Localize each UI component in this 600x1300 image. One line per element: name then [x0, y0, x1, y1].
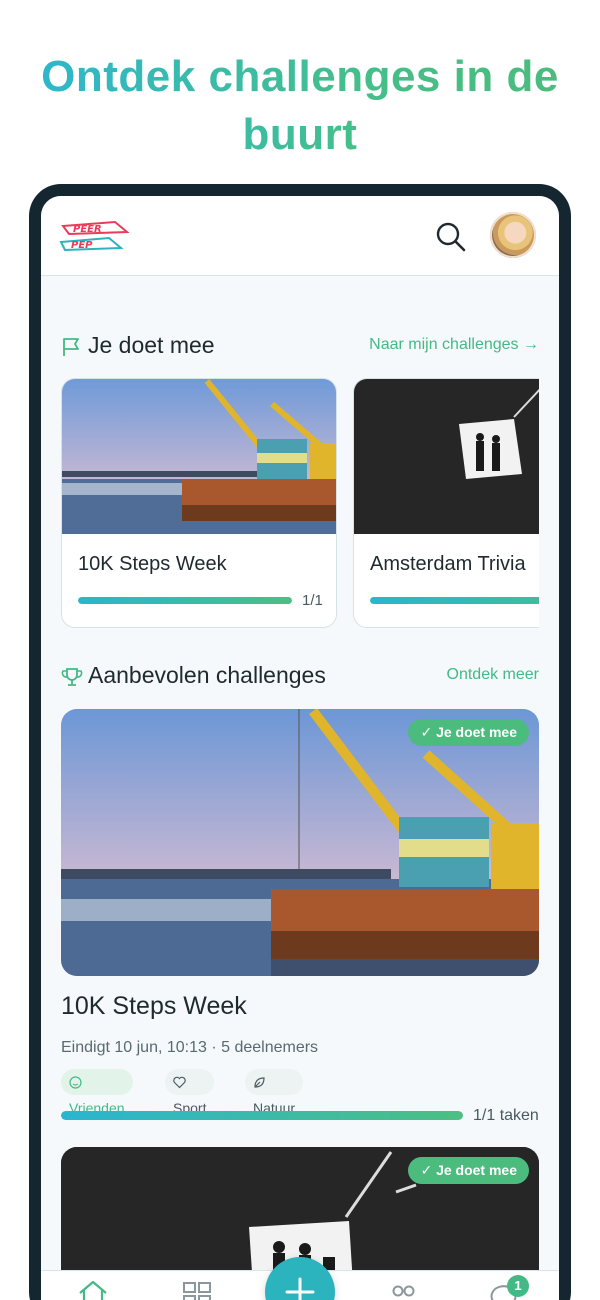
joined-card-title: 10K Steps Week — [78, 553, 227, 575]
recommended-title: Aanbevolen challenges — [88, 662, 326, 688]
recommended-section-header: Aanbevolen challenges Ontdek meer — [41, 658, 559, 694]
people-icon[interactable] — [387, 1279, 419, 1300]
joined-card-progress — [78, 597, 292, 604]
tag-friends[interactable]: Vrienden — [61, 1069, 133, 1116]
smile-icon — [69, 1076, 82, 1089]
joined-card-progress-fill — [370, 597, 539, 604]
trophy-icon — [61, 668, 83, 686]
avatar[interactable] — [490, 212, 536, 258]
notification-badge: 1 — [507, 1275, 529, 1297]
joined-card[interactable]: 10K Steps Week 1/1 — [61, 378, 337, 628]
grid-icon[interactable] — [181, 1279, 213, 1300]
recommended-card-progress — [61, 1111, 463, 1120]
joined-badge: ✓ Je doet mee — [408, 719, 529, 746]
joined-badge: ✓ Je doet mee — [408, 1157, 529, 1184]
promo-title: Ontdek challenges in de buurt — [0, 48, 600, 164]
recommended-card-title[interactable]: 10K Steps Week — [61, 992, 247, 1021]
check-icon: ✓ — [420, 1162, 437, 1178]
recommended-card-progress-label: 1/1 taken — [473, 1107, 539, 1124]
recommended-card-image[interactable]: ✓ Je doet mee — [61, 709, 539, 976]
challenge-image-tunnel — [354, 379, 539, 534]
leaf-icon — [254, 1077, 265, 1088]
discover-more-link[interactable]: Ontdek meer — [447, 666, 539, 684]
tag-nature[interactable]: Natuur — [245, 1069, 304, 1116]
joined-card-progress — [370, 597, 539, 604]
peerpep-logo[interactable]: PEER PEP — [59, 216, 131, 256]
challenge-image-crane — [62, 379, 336, 534]
svg-text:PEP: PEP — [71, 240, 93, 251]
joined-section-header: Je doet mee Naar mijn challenges → — [41, 328, 559, 364]
app-bar: PEER PEP — [41, 196, 559, 276]
recommended-card-progress-fill — [61, 1111, 463, 1120]
svg-text:PEER: PEER — [73, 224, 102, 235]
heart-pulse-icon — [173, 1076, 186, 1089]
recommended-card-meta: Eindigt 10 jun, 10:13 · 5 deelnemers — [61, 1039, 319, 1056]
joined-carousel[interactable]: 10K Steps Week 1/1 Amsterdam Trivia — [61, 378, 539, 630]
joined-card-title: Amsterdam Trivia — [370, 553, 526, 575]
challenge-image-crane — [61, 709, 539, 976]
home-icon[interactable] — [77, 1279, 109, 1300]
check-icon: ✓ — [420, 724, 437, 740]
joined-card-count: 1/1 — [302, 592, 323, 609]
search-icon[interactable] — [435, 221, 467, 253]
joined-badge-label: Je doet mee — [436, 1162, 517, 1178]
joined-badge-label: Je doet mee — [436, 724, 517, 740]
joined-card[interactable]: Amsterdam Trivia — [353, 378, 539, 628]
my-challenges-link[interactable]: Naar mijn challenges → — [369, 336, 539, 354]
flag-icon — [63, 338, 79, 356]
joined-card-progress-fill — [78, 597, 292, 604]
app-screen: PEER PEP Je doet mee Naar mijn challenge… — [41, 196, 559, 1300]
joined-title: Je doet mee — [88, 332, 215, 358]
tag-sport[interactable]: Sport — [165, 1069, 215, 1116]
